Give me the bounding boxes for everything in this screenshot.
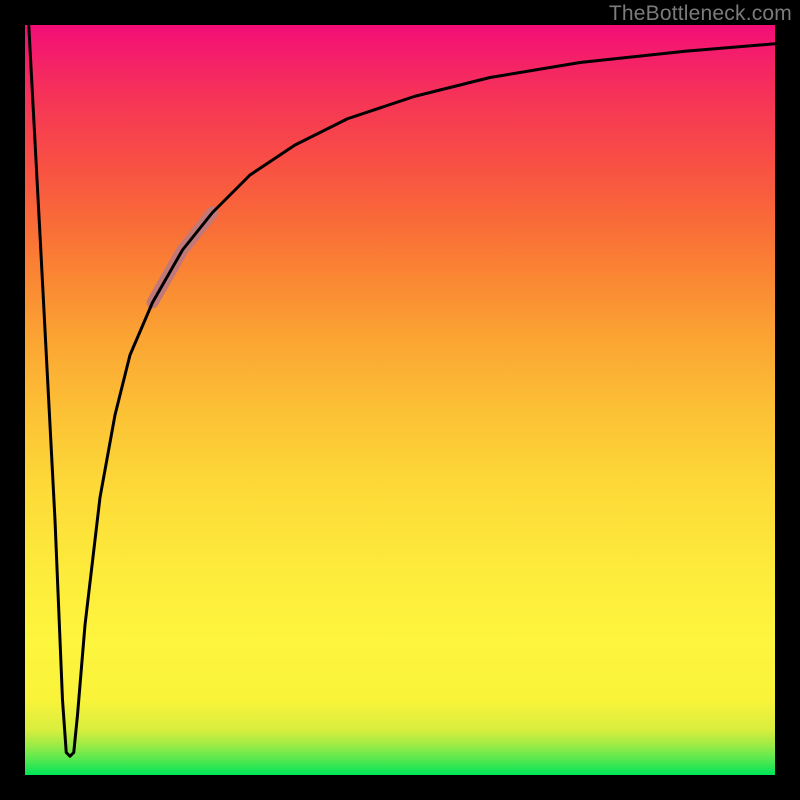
attribution-text: TheBottleneck.com xyxy=(609,2,792,26)
plot-area xyxy=(25,25,775,775)
chart-frame: TheBottleneck.com xyxy=(0,0,800,800)
curve-layer xyxy=(25,25,775,775)
bottleneck-curve xyxy=(29,25,775,756)
